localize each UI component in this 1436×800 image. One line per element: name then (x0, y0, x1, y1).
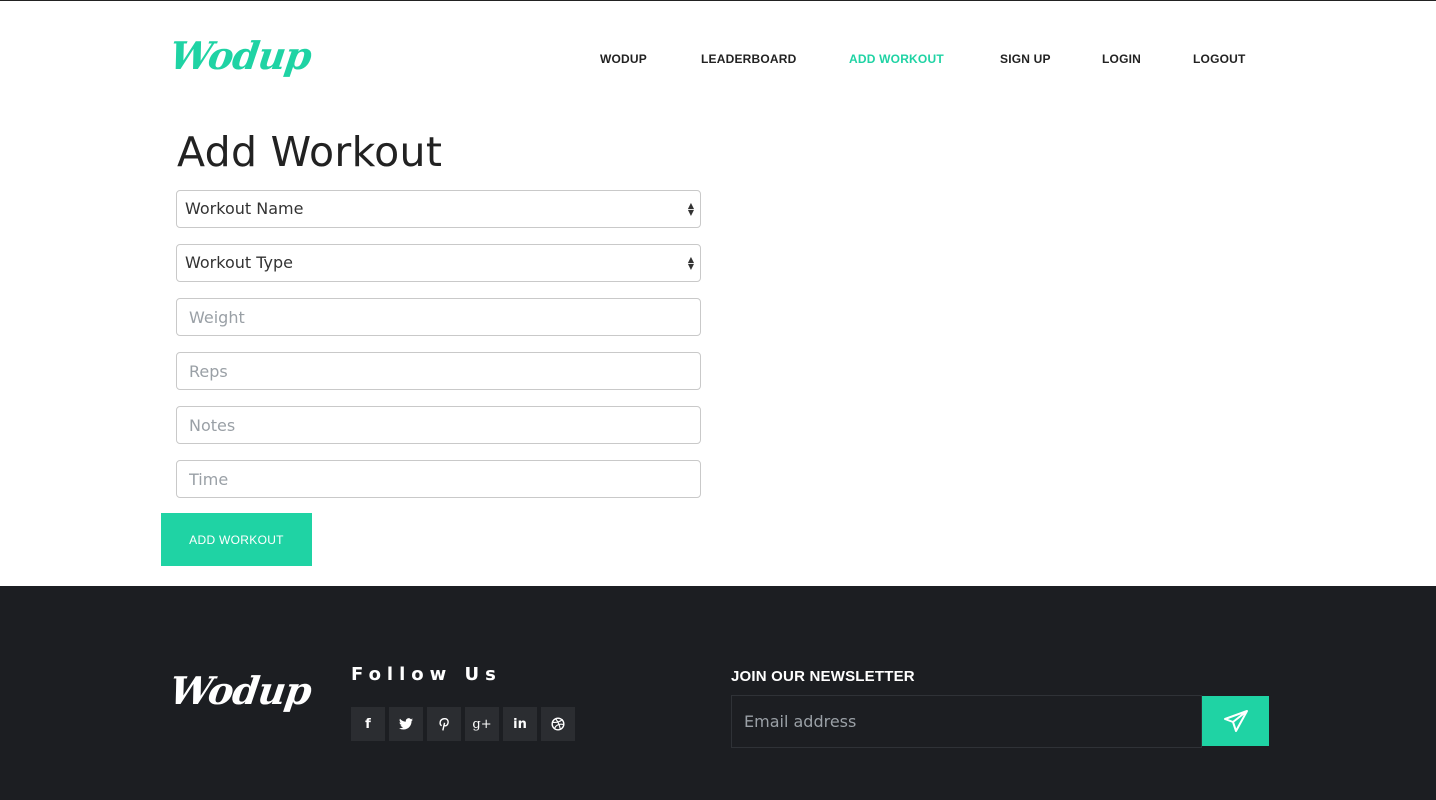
facebook-icon[interactable]: f (351, 707, 385, 741)
nav-link-login[interactable]: LOGIN (1102, 52, 1141, 66)
workout-type-select[interactable]: Workout Type ▲ ▼ (176, 244, 701, 282)
footer-logo[interactable]: Wodup (167, 668, 314, 713)
facebook-glyph: f (365, 716, 371, 732)
add-workout-button[interactable]: ADD WORKOUT (161, 513, 312, 566)
pinterest-p-icon (439, 718, 449, 731)
google-plus-glyph: g+ (472, 716, 492, 732)
newsletter-subscribe-button[interactable] (1202, 696, 1269, 746)
nav-link-add-workout[interactable]: ADD WORKOUT (849, 52, 944, 66)
notes-input[interactable] (176, 406, 701, 444)
workout-type-selected-value: Workout Type (185, 253, 293, 272)
pinterest-icon[interactable] (427, 707, 461, 741)
twitter-bird-icon (399, 718, 413, 730)
dribbble-icon[interactable] (541, 707, 575, 741)
linkedin-glyph: in (513, 716, 527, 732)
follow-us-title: Follow Us (351, 664, 502, 685)
main-nav: WODUP LEADERBOARD ADD WORKOUT SIGN UP LO… (0, 52, 1436, 68)
dribbble-ball-icon (551, 717, 565, 731)
linkedin-icon[interactable]: in (503, 707, 537, 741)
nav-link-wodup[interactable]: WODUP (600, 52, 647, 66)
weight-input[interactable] (176, 298, 701, 336)
nav-link-logout[interactable]: LOGOUT (1193, 52, 1246, 66)
google-plus-icon[interactable]: g+ (465, 707, 499, 741)
nav-link-leaderboard[interactable]: LEADERBOARD (701, 52, 797, 66)
workout-name-selected-value: Workout Name (185, 199, 304, 218)
footer: Wodup Follow Us f g+ in JOIN OUR NEWSLET… (0, 586, 1436, 800)
paper-plane-icon (1223, 710, 1248, 732)
top-border (0, 0, 1436, 1)
select-arrows-icon: ▲ ▼ (687, 255, 695, 271)
page-title: Add Workout (177, 128, 443, 176)
time-input[interactable] (176, 460, 701, 498)
select-arrows-icon: ▲ ▼ (687, 201, 695, 217)
nav-link-sign-up[interactable]: SIGN UP (1000, 52, 1051, 66)
newsletter-email-input[interactable] (731, 695, 1202, 748)
twitter-icon[interactable] (389, 707, 423, 741)
reps-input[interactable] (176, 352, 701, 390)
workout-name-select[interactable]: Workout Name ▲ ▼ (176, 190, 701, 228)
newsletter-title: JOIN OUR NEWSLETTER (731, 668, 915, 685)
